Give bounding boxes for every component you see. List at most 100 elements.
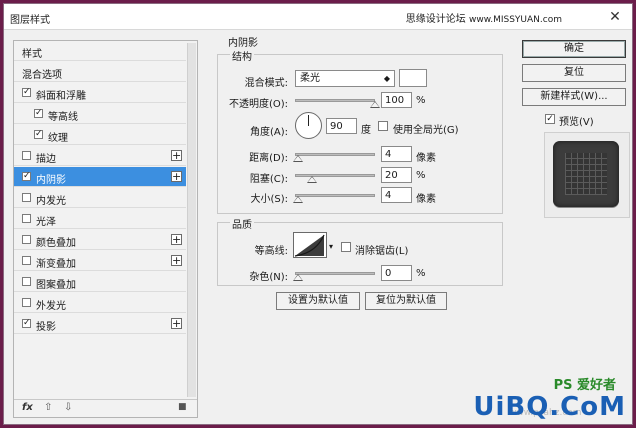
- style-item-label: 混合选项: [22, 70, 62, 81]
- opacity-slider-thumb[interactable]: [370, 101, 380, 108]
- watermark-text: 思缘设计论坛 www.MISSYUAN.com: [405, 14, 562, 25]
- angle-field[interactable]: 90: [326, 118, 357, 134]
- style-item[interactable]: 混合选项: [14, 62, 186, 82]
- size-unit: 像素: [416, 194, 436, 205]
- contour-curve-icon: [294, 234, 325, 257]
- global-light-checkbox[interactable]: [378, 121, 388, 131]
- dialog-title: 图层样式: [10, 15, 50, 26]
- add-effect-icon[interactable]: +: [171, 150, 182, 161]
- distance-unit: 像素: [416, 153, 436, 164]
- section-title: 内阴影: [226, 34, 260, 49]
- title-bar: 图层样式 思缘设计论坛 www.MISSYUAN.com ✕: [4, 4, 632, 30]
- style-preview: [544, 132, 630, 218]
- style-item-checkbox[interactable]: ✓: [22, 88, 31, 97]
- contour-dropdown-icon[interactable]: ▾: [329, 242, 333, 251]
- style-item-checkbox[interactable]: ✓: [34, 109, 43, 118]
- choke-slider-thumb[interactable]: [307, 176, 317, 183]
- style-item-checkbox[interactable]: [22, 151, 31, 160]
- style-item[interactable]: 图案叠加: [14, 272, 186, 292]
- contour-label: 等高线:: [254, 246, 288, 257]
- opacity-slider[interactable]: [295, 99, 375, 102]
- contour-picker[interactable]: [293, 232, 327, 258]
- set-default-button[interactable]: 设置为默认值: [276, 292, 360, 310]
- noise-label: 杂色(N):: [249, 272, 288, 283]
- noise-unit: %: [416, 268, 426, 279]
- style-item-label: 颜色叠加: [36, 238, 76, 249]
- style-item[interactable]: ✓ 投影 +: [14, 314, 186, 334]
- style-item[interactable]: 渐变叠加 +: [14, 251, 186, 271]
- style-item[interactable]: 光泽: [14, 209, 186, 229]
- opacity-field[interactable]: 100: [381, 92, 412, 108]
- move-up-icon[interactable]: ⇧: [44, 402, 52, 413]
- global-light-label: 使用全局光(G): [393, 125, 459, 136]
- style-item-checkbox[interactable]: [22, 214, 31, 223]
- style-item[interactable]: 描边 +: [14, 146, 186, 166]
- layer-style-dialog: 图层样式 思缘设计论坛 www.MISSYUAN.com ✕ 样式混合选项 ✓ 斜面…: [3, 3, 633, 425]
- add-effect-icon[interactable]: +: [171, 171, 182, 182]
- reset-default-button[interactable]: 复位为默认值: [365, 292, 447, 310]
- add-effect-icon[interactable]: +: [171, 255, 182, 266]
- style-item[interactable]: ✓ 纹理: [14, 125, 186, 145]
- preview-label: 预览(V): [559, 117, 594, 128]
- style-item-label: 内发光: [36, 196, 66, 207]
- fx-icon[interactable]: fx: [22, 402, 33, 413]
- style-item[interactable]: ✓ 等高线: [14, 104, 186, 124]
- preview-checkbox[interactable]: ✓: [545, 114, 555, 124]
- style-item[interactable]: 颜色叠加 +: [14, 230, 186, 250]
- choke-field[interactable]: 20: [381, 167, 412, 183]
- distance-slider-thumb[interactable]: [293, 155, 303, 162]
- style-item-checkbox[interactable]: [22, 235, 31, 244]
- angle-dial[interactable]: [295, 112, 322, 139]
- style-item-checkbox[interactable]: [22, 277, 31, 286]
- style-item-checkbox[interactable]: ✓: [34, 130, 43, 139]
- close-icon[interactable]: ✕: [604, 7, 626, 27]
- distance-slider[interactable]: [295, 153, 375, 156]
- style-item-checkbox[interactable]: [22, 298, 31, 307]
- new-style-button[interactable]: 新建样式(W)...: [522, 88, 626, 106]
- style-item-label: 等高线: [48, 112, 78, 123]
- add-effect-icon[interactable]: +: [171, 318, 182, 329]
- style-item[interactable]: ✓ 内阴影 +: [14, 167, 186, 187]
- style-item[interactable]: ✓ 斜面和浮雕: [14, 83, 186, 103]
- angle-unit: 度: [361, 125, 371, 136]
- trash-icon[interactable]: ■: [178, 402, 187, 412]
- style-item-label: 斜面和浮雕: [36, 91, 86, 102]
- styles-scrollbar[interactable]: [187, 43, 196, 397]
- size-slider-thumb[interactable]: [293, 196, 303, 203]
- size-slider[interactable]: [295, 194, 375, 197]
- size-field[interactable]: 4: [381, 187, 412, 203]
- structure-title: 结构: [230, 48, 254, 63]
- logo-subtext: PS 爱好者: [553, 378, 616, 393]
- noise-slider[interactable]: [295, 272, 375, 275]
- style-item[interactable]: 样式: [14, 41, 186, 61]
- distance-label: 距离(D):: [249, 153, 288, 164]
- add-effect-icon[interactable]: +: [171, 234, 182, 245]
- blend-mode-select[interactable]: 柔光 ◆: [295, 70, 395, 87]
- style-item[interactable]: 内发光: [14, 188, 186, 208]
- opacity-label: 不透明度(O):: [228, 99, 288, 110]
- noise-slider-thumb[interactable]: [293, 274, 303, 281]
- style-item-label: 纹理: [48, 133, 68, 144]
- preview-tile: [553, 141, 619, 207]
- ok-button[interactable]: 确定: [522, 40, 626, 58]
- style-item-checkbox[interactable]: ✓: [22, 172, 31, 181]
- anti-alias-checkbox[interactable]: [341, 242, 351, 252]
- select-arrow-icon: ◆: [383, 74, 390, 83]
- styles-list-panel: 样式 混合选项 ✓ 斜面和浮雕 ✓ 等高线 ✓ 纹理 描边 + ✓ 内阴影 + 内发光 光泽 颜色叠加 + 渐变叠…: [13, 40, 198, 418]
- style-item-checkbox[interactable]: ✓: [22, 319, 31, 328]
- style-item-label: 投影: [36, 322, 56, 333]
- site-logo: PS 爱好者 UiBQ.CoM: [473, 378, 626, 422]
- logo-text: UiBQ.CoM: [473, 392, 626, 422]
- choke-unit: %: [416, 170, 426, 181]
- style-item-checkbox[interactable]: [22, 256, 31, 265]
- shadow-color-swatch[interactable]: [399, 69, 427, 87]
- move-down-icon[interactable]: ⇩: [64, 402, 72, 413]
- style-item-label: 描边: [36, 154, 56, 165]
- style-item[interactable]: 外发光: [14, 293, 186, 313]
- distance-field[interactable]: 4: [381, 146, 412, 162]
- quality-title: 品质: [230, 216, 254, 231]
- reset-button[interactable]: 复位: [522, 64, 626, 82]
- noise-field[interactable]: 0: [381, 265, 412, 281]
- style-item-label: 内阴影: [36, 175, 66, 186]
- style-item-checkbox[interactable]: [22, 193, 31, 202]
